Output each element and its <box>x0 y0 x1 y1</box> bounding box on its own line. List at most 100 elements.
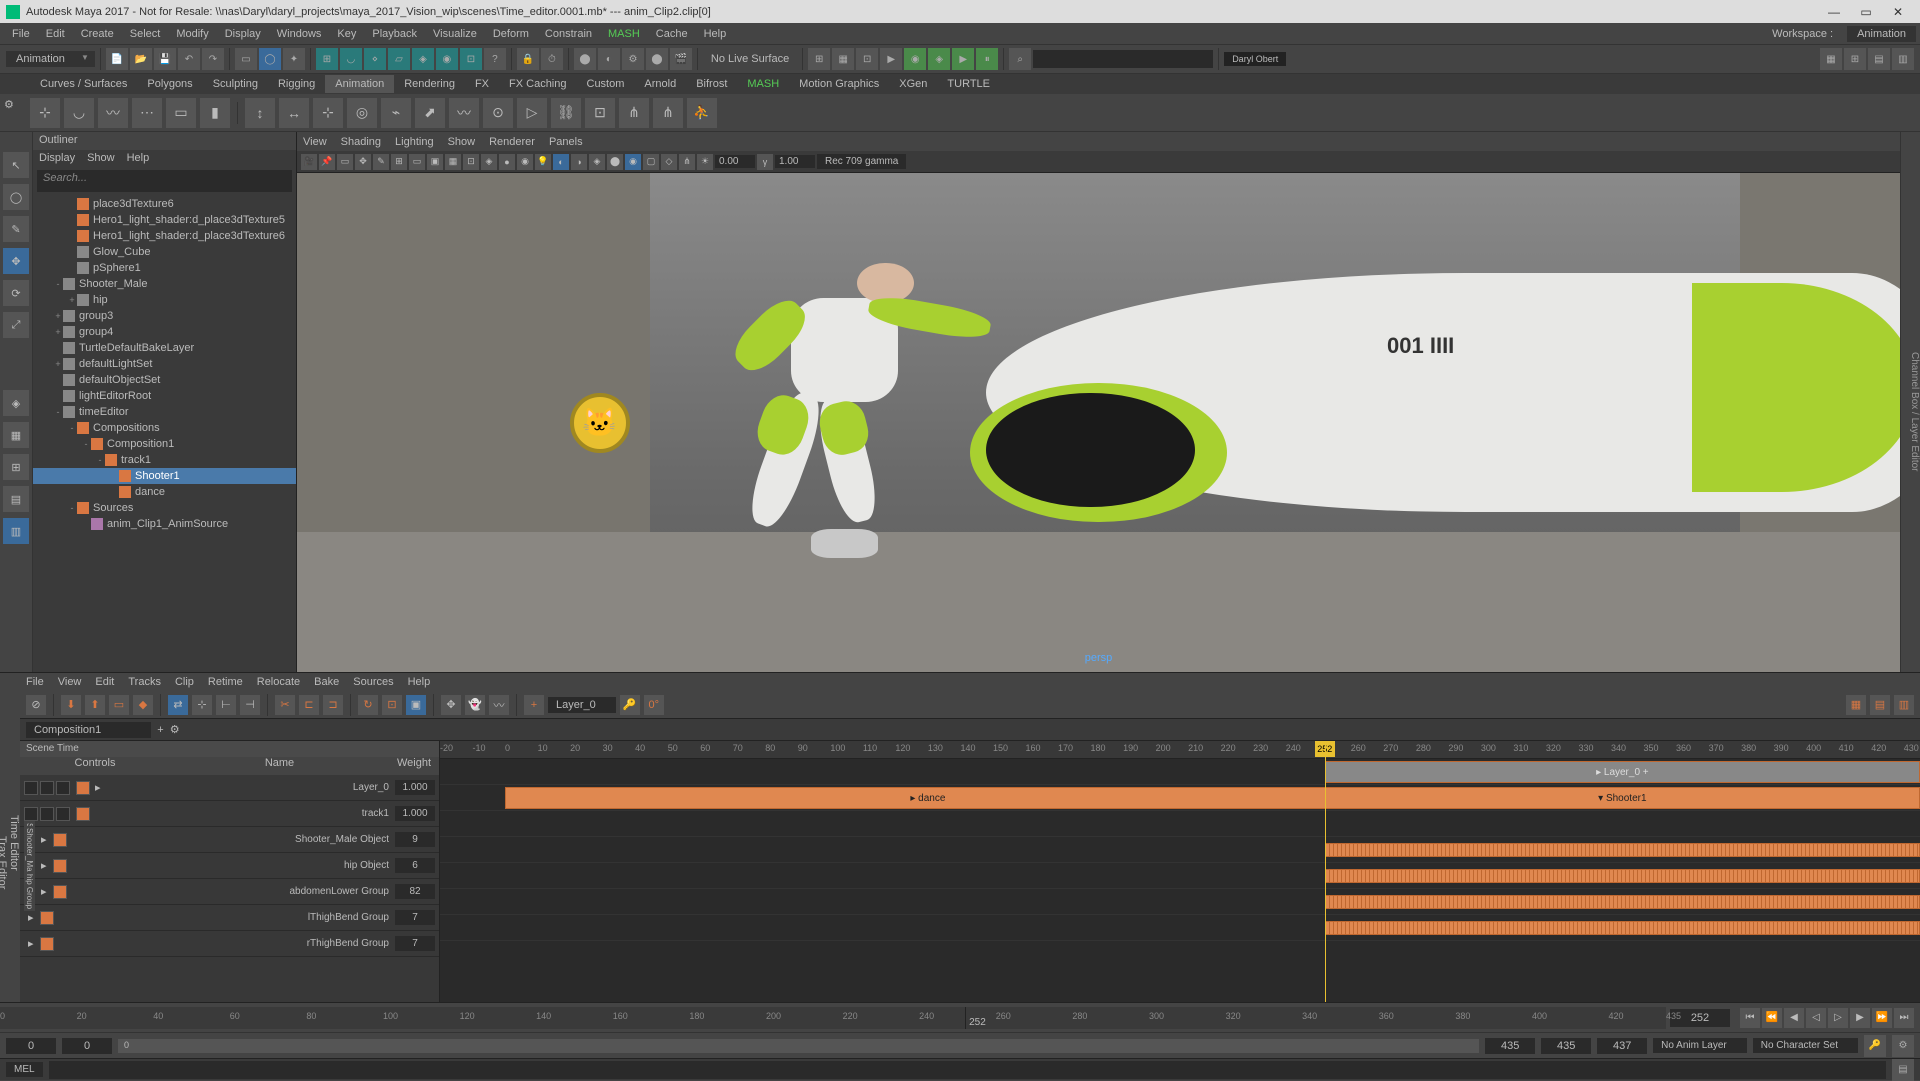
snap-live-icon[interactable]: ◉ <box>436 48 458 70</box>
time-editor-tab[interactable]: Time Editor Trax Editor <box>0 673 20 1002</box>
outliner-item[interactable]: +defaultLightSet <box>33 356 296 372</box>
vp-isolate-icon[interactable]: ▢ <box>643 154 659 170</box>
te-layer-dropdown[interactable]: Layer_0 <box>548 697 616 713</box>
te-view-3-icon[interactable]: ▥ <box>1894 695 1914 715</box>
go-end-icon[interactable]: ⏭ <box>1894 1008 1914 1028</box>
vp-gate-mask-icon[interactable]: ▦ <box>445 154 461 170</box>
te-clip-layer[interactable]: ▸ Layer_0 + <box>1325 761 1920 783</box>
te-snap-frame-icon[interactable]: ⊣ <box>240 695 260 715</box>
te-timewarp-icon[interactable]: 〰 <box>489 695 509 715</box>
vp-shadows-icon[interactable]: ◐ <box>553 154 569 170</box>
outliner-item[interactable]: +hip <box>33 292 296 308</box>
outliner-item[interactable]: -timeEditor <box>33 404 296 420</box>
te-comp-settings-icon[interactable]: ⚙ <box>170 723 180 736</box>
shelf-tab-motion[interactable]: Motion Graphics <box>789 75 889 93</box>
vp-motion-icon[interactable]: ⬤ <box>607 154 623 170</box>
shelf-tab-xgen[interactable]: XGen <box>889 75 937 93</box>
snap-grid-icon[interactable]: ⊞ <box>316 48 338 70</box>
panel-layout-2-icon[interactable]: ⊞ <box>1844 48 1866 70</box>
menu-mash[interactable]: MASH <box>600 28 648 40</box>
outliner-search[interactable]: Search... <box>37 170 292 192</box>
playblast-icon[interactable]: ▶ <box>880 48 902 70</box>
shelf-tab-custom[interactable]: Custom <box>577 75 635 93</box>
te-relocator-icon[interactable]: ✥ <box>441 695 461 715</box>
step-back-key-icon[interactable]: ⏪ <box>1762 1008 1782 1028</box>
play-fwd-icon[interactable]: ▷ <box>1828 1008 1848 1028</box>
ipr-icon[interactable]: ◐ <box>598 48 620 70</box>
last-tool-icon[interactable]: ◈ <box>3 390 29 416</box>
shelf-tool-19[interactable]: ⋔ <box>653 98 683 128</box>
shelf-config-icon[interactable]: ⚙ <box>4 98 24 128</box>
play-icon[interactable]: ▶ <box>952 48 974 70</box>
outliner-item[interactable]: -Shooter_Male <box>33 276 296 292</box>
panel-layout-4-icon[interactable]: ▥ <box>1892 48 1914 70</box>
step-fwd-icon[interactable]: ▶ <box>1850 1008 1870 1028</box>
outliner-item[interactable]: anim_Clip1_AnimSource <box>33 516 296 532</box>
outliner-item[interactable]: defaultObjectSet <box>33 372 296 388</box>
outliner-item[interactable]: place3dTexture6 <box>33 196 296 212</box>
menu-file[interactable]: File <box>4 28 38 40</box>
outliner-item[interactable]: -Sources <box>33 500 296 516</box>
render-layer-icon[interactable]: ◈ <box>928 48 950 70</box>
te-menu-sources[interactable]: Sources <box>353 676 393 688</box>
vp-grease-icon[interactable]: ✎ <box>373 154 389 170</box>
shelf-tool-7[interactable]: ↕ <box>245 98 275 128</box>
te-clip-shooter[interactable]: ▾ Shooter1 <box>1325 787 1920 809</box>
te-track-row[interactable]: hip Group▸abdomenLower Group82 <box>20 879 439 905</box>
undo-icon[interactable]: ↶ <box>178 48 200 70</box>
range-handle[interactable]: 0 <box>118 1039 1479 1053</box>
menu-visualize[interactable]: Visualize <box>425 28 485 40</box>
vp-menu-renderer[interactable]: Renderer <box>489 136 535 148</box>
vp-2d-pan-icon[interactable]: ✥ <box>355 154 371 170</box>
te-menu-tracks[interactable]: Tracks <box>128 676 161 688</box>
shelf-tab-rigging[interactable]: Rigging <box>268 75 325 93</box>
layout-1-icon[interactable]: ▦ <box>3 422 29 448</box>
vp-ao-icon[interactable]: ◑ <box>571 154 587 170</box>
shelf-tool-2[interactable]: ◡ <box>64 98 94 128</box>
shelf-tool-12[interactable]: ⬈ <box>415 98 445 128</box>
te-menu-relocate[interactable]: Relocate <box>257 676 300 688</box>
render-icon[interactable]: ⬤ <box>574 48 596 70</box>
maximize-button[interactable]: ▭ <box>1850 5 1882 19</box>
menu-windows[interactable]: Windows <box>269 28 330 40</box>
shelf-tool-8[interactable]: ↔ <box>279 98 309 128</box>
lasso-tool-icon[interactable]: ◯ <box>3 184 29 210</box>
range-slider-track[interactable]: 0 <box>118 1039 1479 1053</box>
menu-cache[interactable]: Cache <box>648 28 696 40</box>
vp-dof-icon[interactable]: ◉ <box>625 154 641 170</box>
paint-tool-icon[interactable]: ✎ <box>3 216 29 242</box>
character-set-dropdown[interactable]: No Character Set <box>1753 1038 1858 1053</box>
snap-view-icon[interactable]: ◈ <box>412 48 434 70</box>
shelf-tool-3[interactable]: 〰 <box>98 98 128 128</box>
shelf-tab-mash[interactable]: MASH <box>737 75 789 93</box>
vp-textured-icon[interactable]: ◉ <box>517 154 533 170</box>
shelf-tab-animation[interactable]: Animation <box>325 75 394 93</box>
vp-menu-lighting[interactable]: Lighting <box>395 136 434 148</box>
lock-icon[interactable]: 🔒 <box>517 48 539 70</box>
script-lang-toggle[interactable]: MEL <box>6 1062 43 1077</box>
vp-gamma-icon[interactable]: γ <box>757 154 773 170</box>
vp-menu-view[interactable]: View <box>303 136 327 148</box>
te-view-2-icon[interactable]: ▤ <box>1870 695 1890 715</box>
te-create-clip-icon[interactable]: ▭ <box>109 695 129 715</box>
shelf-tab-bifrost[interactable]: Bifrost <box>686 75 737 93</box>
play-back-icon[interactable]: ◁ <box>1806 1008 1826 1028</box>
render-view-icon[interactable]: 🎬 <box>670 48 692 70</box>
snap-plane-icon[interactable]: ▱ <box>388 48 410 70</box>
snap-toggle-icon[interactable]: ⊡ <box>460 48 482 70</box>
step-fwd-key-icon[interactable]: ⏩ <box>1872 1008 1892 1028</box>
select-mode-icon[interactable]: ▭ <box>235 48 257 70</box>
te-ruler[interactable]: -20-100102030405060708090100110120130140… <box>440 741 1920 759</box>
outliner-item[interactable]: +group4 <box>33 324 296 340</box>
snap-point-icon[interactable]: ⋄ <box>364 48 386 70</box>
snap-curve-icon[interactable]: ◡ <box>340 48 362 70</box>
te-menu-clip[interactable]: Clip <box>175 676 194 688</box>
mode-dropdown[interactable]: Animation <box>6 51 95 67</box>
vp-res-gate-icon[interactable]: ▣ <box>427 154 443 170</box>
shelf-tool-17[interactable]: ⊡ <box>585 98 615 128</box>
te-add-layer-icon[interactable]: + <box>524 695 544 715</box>
shelf-tool-5[interactable]: ▭ <box>166 98 196 128</box>
menu-create[interactable]: Create <box>73 28 122 40</box>
shelf-tab-sculpting[interactable]: Sculpting <box>203 75 268 93</box>
te-composition-dropdown[interactable]: Composition1 <box>26 722 151 738</box>
